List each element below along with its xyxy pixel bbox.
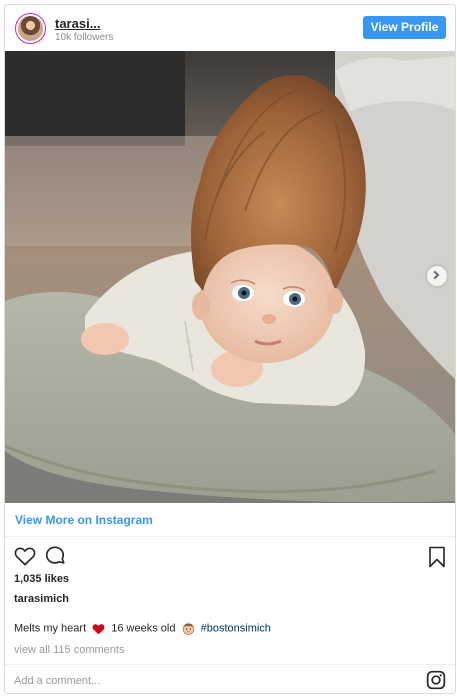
- baby-face-icon: [182, 623, 194, 635]
- post-header: tarasi... 10k followers View Profile: [5, 5, 455, 51]
- view-profile-button[interactable]: View Profile: [363, 16, 446, 39]
- post-author[interactable]: tarasimich: [14, 593, 69, 605]
- bookmark-icon[interactable]: [428, 546, 446, 568]
- comment-input[interactable]: [14, 671, 394, 691]
- view-more-row: View More on Instagram: [5, 503, 455, 537]
- view-all-comments-link[interactable]: view all 115 comments: [14, 644, 124, 656]
- photo-baby-on-pillow: [5, 51, 455, 503]
- follower-count: 10k followers: [55, 32, 114, 43]
- view-more-link[interactable]: View More on Instagram: [15, 513, 153, 527]
- username-link[interactable]: tarasi...: [55, 16, 101, 31]
- red-heart-icon: [92, 623, 105, 634]
- next-image-button[interactable]: [427, 266, 447, 286]
- chevron-right-icon: [430, 270, 440, 280]
- caption-age-text: 16 weeks old: [111, 622, 176, 635]
- post-photo[interactable]: [5, 51, 455, 503]
- instagram-embed: tarasi... 10k followers View Profile Vie…: [4, 4, 456, 694]
- avatar-image: [18, 16, 43, 41]
- hashtag-link[interactable]: #bostonsimich: [201, 622, 271, 634]
- post-caption: Melts my heart 16 weeks old #bostonsimic…: [14, 622, 271, 635]
- caption-text: Melts my heart: [14, 622, 87, 635]
- comment-bubble-icon[interactable]: [44, 545, 66, 567]
- instagram-logo-icon[interactable]: [426, 670, 446, 690]
- avatar[interactable]: [15, 13, 46, 44]
- like-count[interactable]: 1,035 likes: [14, 573, 69, 585]
- action-bar: [5, 539, 455, 571]
- comment-box: [5, 664, 455, 693]
- heart-outline-icon[interactable]: [14, 546, 36, 566]
